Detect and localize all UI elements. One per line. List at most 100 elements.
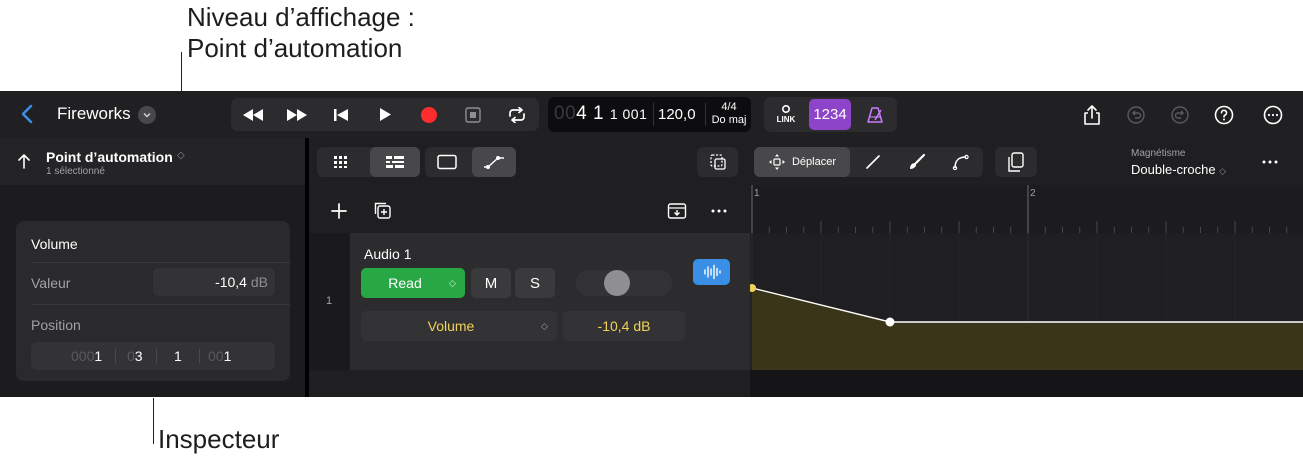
parameter-chevron-icon: ◇ [541,320,548,331]
volume-slider-knob[interactable] [604,270,630,296]
project-title[interactable]: Fireworks [57,104,131,124]
selected-automation-point[interactable] [885,317,895,327]
cycle-icon[interactable] [497,98,537,131]
fast-forward-icon[interactable] [277,98,317,131]
play-icon[interactable] [365,98,405,131]
level-up-arrow-icon[interactable] [16,152,34,170]
divider [31,262,290,263]
metronome-icon[interactable] [859,101,891,128]
rewind-icon[interactable] [233,98,273,131]
position-bar-dim: 000 [71,348,95,364]
track-name[interactable]: Audio 1 [364,246,411,262]
value-field[interactable]: -10,4 dB [153,268,275,296]
automation-parameter-label: Volume [427,318,475,334]
position-divider [156,349,157,363]
lcd-position-dim: 00 [554,103,577,124]
automation-parameter-select[interactable]: Volume ◇ [361,311,557,341]
pencil-tool-icon[interactable] [852,147,894,177]
logic-window: Fireworks 004 1 1 001 120,0 4/4 Do maj L… [0,91,1303,397]
move-arrows-icon [768,154,785,170]
grid-view-icon[interactable] [317,147,367,177]
snap-value-text: Double-croche [1131,162,1216,177]
curve-tool-icon[interactable] [940,147,982,177]
divider [31,304,290,305]
root: Niveau d’affichage : Point d’automation … [0,0,1303,458]
editor-more-icon[interactable] [1259,152,1283,172]
value-label: Valeur [31,275,71,291]
back-chevron-icon[interactable] [16,103,38,125]
position-tick[interactable]: 001 [208,348,231,364]
marquee-icon[interactable] [697,147,738,177]
automation-mode-button[interactable]: Read ◇ [361,268,465,298]
help-icon[interactable] [1212,103,1236,127]
mute-button[interactable]: M [471,268,511,298]
display-level-chevron-icon[interactable]: ◇ [177,150,185,161]
automation-curve[interactable] [750,233,1303,370]
display-level-callout-line1: Niveau d’affichage : [187,2,415,32]
value-unit: dB [250,274,268,290]
go-to-beginning-icon[interactable] [321,98,361,131]
duplicate-track-icon[interactable] [371,199,395,223]
display-level-title[interactable]: Point d’automation [46,149,173,165]
volume-slider[interactable] [576,270,672,296]
share-icon[interactable] [1080,103,1104,127]
record-icon[interactable] [409,98,449,131]
position-bar-value: 1 [94,348,103,364]
control-bar: Fireworks 004 1 1 001 120,0 4/4 Do maj L… [0,91,1303,138]
link-button[interactable]: LINK [768,101,804,128]
brush-tool-icon[interactable] [896,147,938,177]
position-bar[interactable]: 0001 [71,348,102,364]
automation-view-icon[interactable] [472,147,516,177]
lcd-position: 004 1 1 001 [554,103,647,125]
link-label: LINK [776,115,796,124]
region-automation-group [425,147,516,177]
automation-parameter-value[interactable]: -10,4 dB [563,311,685,341]
lcd-tempo: 120,0 [658,106,696,123]
capture-recording-icon[interactable] [453,98,493,131]
count-in-button[interactable]: 1234 [809,99,851,130]
callout-leader-line-bottom [153,398,154,444]
solo-button[interactable]: S [515,268,555,298]
inspector-header: Point d’automation ◇ 1 sélectionné [0,138,305,185]
import-icon[interactable] [665,199,689,223]
waveform-icon[interactable] [693,259,730,285]
link-icon [781,104,791,114]
ruler[interactable]: 1 2 [750,185,1303,233]
position-field[interactable]: 0001 03 1 001 [31,342,275,370]
track-more-icon[interactable] [707,199,731,223]
lcd-display[interactable]: 004 1 1 001 120,0 4/4 Do maj [548,97,751,132]
inspector-callout: Inspecteur [158,424,280,454]
move-tool-button[interactable]: Déplacer [754,147,850,177]
add-track-icon[interactable] [327,199,351,223]
automation-mode-chevron-icon: ◇ [449,277,456,288]
lcd-signature: 4/4 Do maj [708,101,750,127]
undo-icon[interactable] [1124,103,1148,127]
track-number-column: 1 [309,233,350,370]
position-label: Position [31,317,81,333]
transport-controls [231,98,539,131]
view-toggle-group [317,147,420,177]
marquee-group [697,147,738,177]
lcd-time-signature: 4/4 [721,101,737,113]
snap-value[interactable]: Double-croche ◇ [1131,162,1226,177]
region-view-icon[interactable] [425,147,469,177]
section-title: Volume [31,236,78,252]
redo-icon[interactable] [1168,103,1192,127]
track-header[interactable]: Audio 1 Read ◇ M S Volume ◇ -10,4 dB [350,233,750,370]
position-tick-dim: 00 [208,348,224,364]
automation-lane[interactable] [750,233,1303,370]
project-menu-chevron-icon[interactable] [138,106,156,124]
ruler-ticks [751,185,1288,233]
more-options-icon[interactable] [1261,103,1285,127]
position-beat[interactable]: 03 [127,348,143,364]
position-beat-value: 3 [134,348,143,364]
lcd-key: Do maj [711,114,747,126]
tracks-view-icon[interactable] [370,147,420,177]
copy-paste-icon[interactable] [995,147,1037,177]
position-division[interactable]: 1 [174,348,182,364]
snap-chevron-icon: ◇ [1219,166,1227,176]
move-tool-label: Déplacer [791,156,837,168]
mode-buttons: LINK 1234 [764,97,897,132]
tool-group: Déplacer [754,147,983,177]
lcd-position-main: 4 1 [576,103,605,124]
